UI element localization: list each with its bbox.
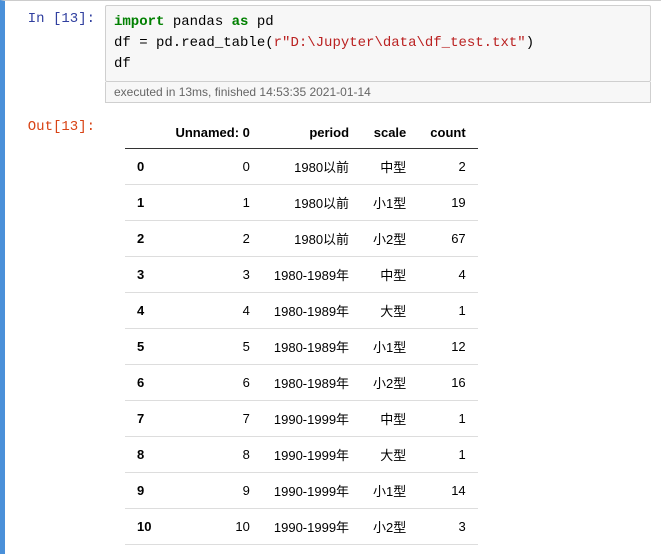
- cell: 1: [418, 437, 477, 473]
- out-prompt: Out[13]:: [5, 113, 105, 545]
- cell: 1990-1999年: [262, 473, 361, 509]
- row-index: 4: [125, 293, 163, 329]
- cell: 2: [163, 221, 261, 257]
- cell: 大型: [361, 293, 418, 329]
- row-index: 3: [125, 257, 163, 293]
- row-index: 2: [125, 221, 163, 257]
- row-index: 9: [125, 473, 163, 509]
- cell: 1980以前: [262, 149, 361, 185]
- cell: 4: [418, 257, 477, 293]
- table-row: 991990-1999年小1型14: [125, 473, 478, 509]
- row-index: 10: [125, 509, 163, 545]
- cell: 1: [418, 293, 477, 329]
- cell: 5: [163, 329, 261, 365]
- cell: 1: [418, 401, 477, 437]
- code-text: df: [114, 56, 131, 72]
- table-row: 441980-1989年大型1: [125, 293, 478, 329]
- string-literal: r"D:\Jupyter\data\df_test.txt": [274, 35, 526, 51]
- cell: 12: [418, 329, 477, 365]
- cell: 1980-1989年: [262, 365, 361, 401]
- cell: 1: [163, 185, 261, 221]
- cell: 小1型: [361, 185, 418, 221]
- row-index: 7: [125, 401, 163, 437]
- dataframe-wrapper: Unnamed: 0periodscalecount 001980以前中型211…: [105, 113, 651, 545]
- table-row: 771990-1999年中型1: [125, 401, 478, 437]
- row-index: 6: [125, 365, 163, 401]
- cell: 中型: [361, 149, 418, 185]
- cell: 67: [418, 221, 477, 257]
- keyword-import: import: [114, 14, 164, 30]
- input-cell: In [13]: import pandas as pd df = pd.rea…: [5, 1, 661, 103]
- keyword-as: as: [232, 14, 249, 30]
- cell: 小2型: [361, 365, 418, 401]
- column-header: count: [418, 117, 477, 149]
- execution-info: executed in 13ms, finished 14:53:35 2021…: [105, 82, 651, 103]
- input-content: import pandas as pd df = pd.read_table(r…: [105, 5, 661, 103]
- cell: 10: [163, 509, 261, 545]
- column-header: period: [262, 117, 361, 149]
- cell: 小2型: [361, 221, 418, 257]
- code-area[interactable]: import pandas as pd df = pd.read_table(r…: [105, 5, 651, 82]
- cell: 中型: [361, 257, 418, 293]
- table-row: 551980-1989年小1型12: [125, 329, 478, 365]
- code-text: df = pd.read_table(: [114, 35, 274, 51]
- row-index: 8: [125, 437, 163, 473]
- table-row: 001980以前中型2: [125, 149, 478, 185]
- column-header: Unnamed: 0: [163, 117, 261, 149]
- table-header: Unnamed: 0periodscalecount: [125, 117, 478, 149]
- cell: 2: [418, 149, 477, 185]
- table-row: 881990-1999年大型1: [125, 437, 478, 473]
- cell: 1980-1989年: [262, 293, 361, 329]
- cell: 小1型: [361, 473, 418, 509]
- cell: 1990-1999年: [262, 509, 361, 545]
- output-cell: Out[13]: Unnamed: 0periodscalecount 0019…: [5, 109, 661, 545]
- table-body: 001980以前中型2111980以前小1型19221980以前小2型67331…: [125, 149, 478, 545]
- cell: 19: [418, 185, 477, 221]
- code-text: pd: [248, 14, 273, 30]
- code-text: ): [526, 35, 534, 51]
- cell: 1980-1989年: [262, 329, 361, 365]
- table-row: 10101990-1999年小2型3: [125, 509, 478, 545]
- cell: 0: [163, 149, 261, 185]
- table-row: 221980以前小2型67: [125, 221, 478, 257]
- cell: 1980-1989年: [262, 257, 361, 293]
- cell: 6: [163, 365, 261, 401]
- cell: 大型: [361, 437, 418, 473]
- output-content: Unnamed: 0periodscalecount 001980以前中型211…: [105, 113, 661, 545]
- cell: 1990-1999年: [262, 401, 361, 437]
- code-text: pandas: [164, 14, 231, 30]
- cell: 1990-1999年: [262, 437, 361, 473]
- cell: 3: [163, 257, 261, 293]
- row-index: 5: [125, 329, 163, 365]
- cell: 3: [418, 509, 477, 545]
- cell: 7: [163, 401, 261, 437]
- cell: 中型: [361, 401, 418, 437]
- column-header: scale: [361, 117, 418, 149]
- cell: 小1型: [361, 329, 418, 365]
- cell: 4: [163, 293, 261, 329]
- row-index: 1: [125, 185, 163, 221]
- table-row: 331980-1989年中型4: [125, 257, 478, 293]
- row-index: 0: [125, 149, 163, 185]
- cell: 1980以前: [262, 221, 361, 257]
- table-row: 111980以前小1型19: [125, 185, 478, 221]
- cell: 16: [418, 365, 477, 401]
- cell: 小2型: [361, 509, 418, 545]
- cell: 8: [163, 437, 261, 473]
- cell: 9: [163, 473, 261, 509]
- cell: 14: [418, 473, 477, 509]
- in-prompt: In [13]:: [5, 5, 105, 103]
- column-header: [125, 117, 163, 149]
- cell: 1980以前: [262, 185, 361, 221]
- table-row: 661980-1989年小2型16: [125, 365, 478, 401]
- dataframe-table: Unnamed: 0periodscalecount 001980以前中型211…: [125, 117, 478, 545]
